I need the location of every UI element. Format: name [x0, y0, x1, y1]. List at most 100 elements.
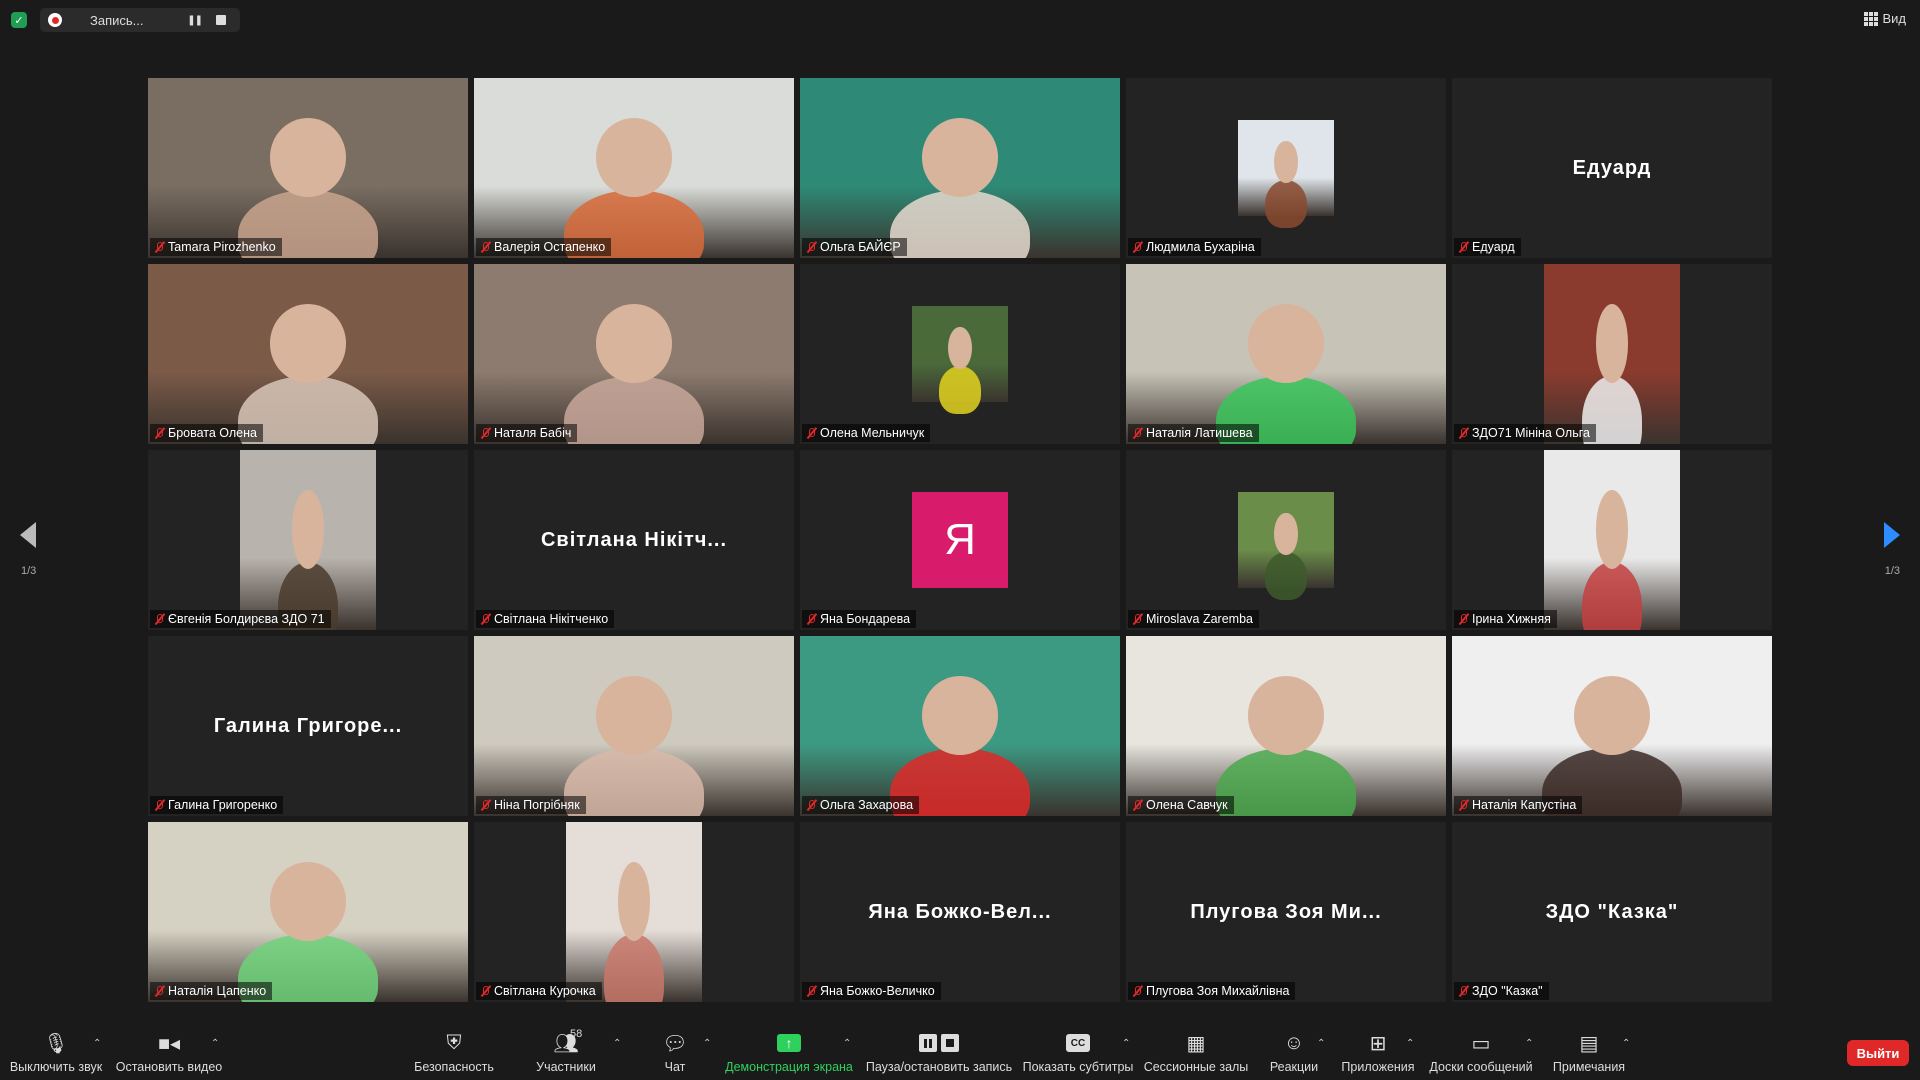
right-page-indicator: 1/3: [1884, 565, 1900, 577]
participant-namebar: Євгенія Болдирєва ЗДО 71: [150, 610, 331, 628]
mute-button[interactable]: 🎙︎ Выключить звук: [8, 1020, 104, 1080]
participant-tile[interactable]: Яна Божко-Вел... Яна Божко-Величко: [800, 822, 1120, 1002]
person-silhouette: [604, 933, 664, 1002]
participant-tile[interactable]: Євгенія Болдирєва ЗДО 71: [148, 450, 468, 630]
participant-video: [1452, 636, 1772, 816]
security-button[interactable]: ⛨ Безопасность: [410, 1020, 498, 1080]
apps-button[interactable]: ⊞ Приложения: [1340, 1020, 1416, 1080]
muted-microphone-icon: [1458, 985, 1468, 997]
participant-tile[interactable]: Людмила Бухаріна: [1126, 78, 1446, 258]
person-head: [617, 861, 651, 941]
participant-tile[interactable]: Miroslava Zaremba: [1126, 450, 1446, 630]
participant-display-name: Світлана Нікітч...: [540, 528, 728, 551]
participant-name: Наталя Бабіч: [494, 426, 572, 440]
muted-microphone-icon: [1132, 799, 1142, 811]
muted-microphone-icon: [806, 427, 816, 439]
captions-caret-icon[interactable]: ⌃: [1122, 1038, 1130, 1049]
view-button[interactable]: Вид: [1864, 11, 1906, 26]
stop-icon[interactable]: [216, 15, 226, 25]
participant-namebar: Ольга БАЙЄР: [802, 238, 907, 256]
participant-video: [912, 306, 1008, 414]
video-options-caret-icon[interactable]: ⌃: [211, 1038, 219, 1049]
participant-tile[interactable]: Я Яна Бондарева: [800, 450, 1120, 630]
person-head: [1595, 303, 1629, 383]
participant-tile[interactable]: Tamara Pirozhenko: [148, 78, 468, 258]
participant-tile[interactable]: Наталія Капустіна: [1452, 636, 1772, 816]
view-label: Вид: [1882, 11, 1906, 26]
share-caret-icon[interactable]: ⌃: [843, 1038, 851, 1049]
participant-namebar: Валерія Остапенко: [476, 238, 612, 256]
share-screen-button[interactable]: ↑ Демонстрация экрана: [725, 1020, 853, 1080]
participant-tile[interactable]: Олена Савчук: [1126, 636, 1446, 816]
breakout-rooms-button[interactable]: ▦ Сессионные залы: [1143, 1020, 1249, 1080]
participant-tile[interactable]: ЗДО71 Мініна Ольга: [1452, 264, 1772, 444]
muted-microphone-icon: [1132, 613, 1142, 625]
participant-tile[interactable]: Наталія Латишева: [1126, 264, 1446, 444]
pause-stop-recording-button[interactable]: Пауза/остановить запись: [866, 1020, 1012, 1080]
participant-tile[interactable]: Наталія Цапенко: [148, 822, 468, 1002]
chat-bubble-icon: 💬︎: [662, 1032, 688, 1055]
participant-tile[interactable]: Ірина Хижняя: [1452, 450, 1772, 630]
participant-tile[interactable]: Ольга Захарова: [800, 636, 1120, 816]
participant-tile[interactable]: Бровата Олена: [148, 264, 468, 444]
participants-caret-icon[interactable]: ⌃: [613, 1038, 621, 1049]
person-silhouette: [938, 365, 982, 414]
participant-tile[interactable]: Ніна Погрібняк: [474, 636, 794, 816]
participant-tile[interactable]: Валерія Остапенко: [474, 78, 794, 258]
participants-count: 58: [570, 1028, 583, 1040]
muted-microphone-icon: [480, 985, 490, 997]
record-label: Пауза/остановить запись: [865, 1060, 1013, 1074]
muted-microphone-icon: [480, 427, 490, 439]
leave-button[interactable]: Выйти: [1847, 1040, 1909, 1066]
notes-caret-icon[interactable]: ⌃: [1622, 1038, 1630, 1049]
left-page-indicator: 1/3: [21, 565, 37, 577]
person-silhouette: [1264, 179, 1308, 228]
person-head: [1573, 675, 1651, 755]
muted-microphone-icon: [154, 427, 164, 439]
participant-tile[interactable]: ЗДО "Казка" ЗДО "Казка": [1452, 822, 1772, 1002]
participant-tile[interactable]: Едуард Едуард: [1452, 78, 1772, 258]
previous-page-arrow-icon[interactable]: [20, 522, 36, 548]
muted-microphone-icon: [480, 241, 490, 253]
breakout-label: Сессионные залы: [1143, 1060, 1249, 1074]
audio-options-caret-icon[interactable]: ⌃: [93, 1038, 101, 1049]
recording-label: Запись...: [90, 12, 144, 28]
share-screen-icon: ↑: [777, 1028, 801, 1058]
security-label: Безопасность: [414, 1060, 494, 1074]
captions-button[interactable]: CC Показать субтитры: [1023, 1020, 1133, 1080]
participant-namebar: Ірина Хижняя: [1454, 610, 1557, 628]
person-silhouette: [1264, 551, 1308, 600]
participants-label: Участники: [536, 1060, 596, 1074]
participant-tile[interactable]: Світлана Нікітч... Світлана Нікітченко: [474, 450, 794, 630]
participant-tile[interactable]: Наталя Бабіч: [474, 264, 794, 444]
participant-tile[interactable]: Світлана Курочка: [474, 822, 794, 1002]
recording-indicator: Запись... ❚❚: [40, 8, 240, 32]
participant-video: [148, 78, 468, 258]
participant-tile[interactable]: Плугова Зоя Ми... Плугова Зоя Михайлівна: [1126, 822, 1446, 1002]
pause-icon[interactable]: ❚❚: [187, 15, 203, 26]
reactions-caret-icon[interactable]: ⌃: [1317, 1038, 1325, 1049]
participant-video: [474, 264, 794, 444]
shield-icon[interactable]: ✓: [11, 12, 27, 28]
top-bar: ✓ Запись... ❚❚ Вид: [0, 0, 1920, 40]
participant-tile[interactable]: Олена Мельничук: [800, 264, 1120, 444]
reactions-button[interactable]: ☺︎ Реакции: [1268, 1020, 1320, 1080]
muted-microphone-icon: [480, 799, 490, 811]
participant-tile[interactable]: Галина Григоре... Галина Григоренко: [148, 636, 468, 816]
meeting-toolbar: 🎙︎ Выключить звук ⌃ ■◂ Остановить видео …: [0, 1020, 1920, 1080]
participant-namebar: Едуард: [1454, 238, 1521, 256]
person-head: [595, 303, 673, 383]
next-page-arrow-icon[interactable]: [1884, 522, 1900, 548]
whiteboard-caret-icon[interactable]: ⌃: [1525, 1038, 1533, 1049]
chat-caret-icon[interactable]: ⌃: [703, 1038, 711, 1049]
participant-tile[interactable]: Ольга БАЙЄР: [800, 78, 1120, 258]
participant-name: Світлана Нікітченко: [494, 612, 609, 626]
apps-caret-icon[interactable]: ⌃: [1406, 1038, 1414, 1049]
stop-video-button[interactable]: ■◂ Остановить видео: [116, 1020, 223, 1080]
participants-button[interactable]: 👥︎ 58 Участники: [528, 1020, 604, 1080]
whiteboards-button[interactable]: ▭ Доски сообщений: [1428, 1020, 1534, 1080]
chat-button[interactable]: 💬︎ Чат: [652, 1020, 698, 1080]
notes-button[interactable]: ▤ Примечания: [1550, 1020, 1628, 1080]
muted-microphone-icon: [154, 799, 164, 811]
muted-microphone-icon: [1132, 427, 1142, 439]
